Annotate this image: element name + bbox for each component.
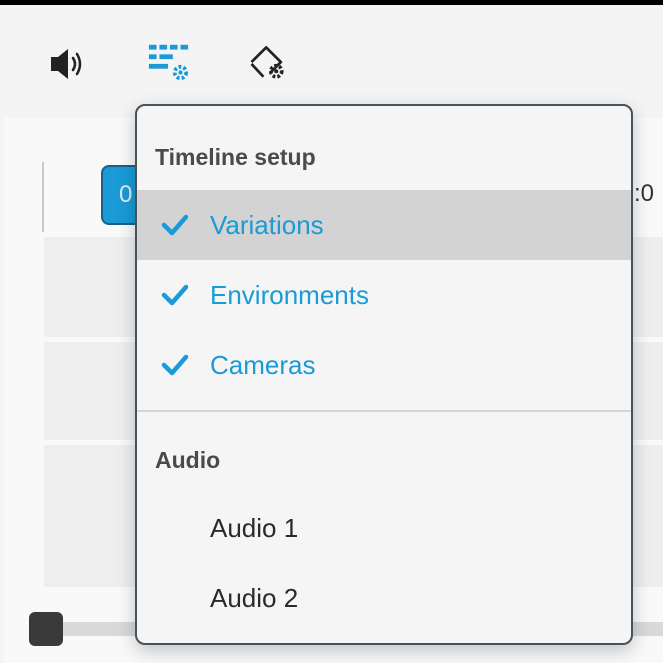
menu-item-audio-1[interactable]: Audio 1 xyxy=(137,493,631,563)
menu-divider xyxy=(137,410,631,412)
menu-item-audio-2[interactable]: Audio 2 xyxy=(137,563,631,633)
shape-settings-icon[interactable] xyxy=(246,41,290,85)
timeline-setup-header: Timeline setup xyxy=(155,144,316,170)
menu-item-label: Audio 1 xyxy=(210,513,299,543)
end-time-label: :0 xyxy=(634,180,655,207)
checkmark-icon xyxy=(161,354,189,376)
menu-item-label: Cameras xyxy=(210,350,316,380)
speaker-icon[interactable] xyxy=(47,42,91,86)
scrub-handle[interactable] xyxy=(29,612,63,646)
timeline-divider xyxy=(42,162,44,232)
menu-item-variations[interactable]: Variations xyxy=(137,190,631,260)
timeline-settings-icon[interactable] xyxy=(147,40,191,84)
timeline-setup-menu: Timeline setup Variations Environments C… xyxy=(135,104,633,645)
app-stage: 0 :0 Timeline setup Variations Environme… xyxy=(0,0,663,663)
menu-item-label: Variations xyxy=(210,210,324,240)
menu-item-label: Environments xyxy=(210,280,369,310)
top-bar xyxy=(0,0,663,5)
audio-header: Audio xyxy=(155,447,221,473)
checkmark-icon xyxy=(161,214,189,236)
menu-item-label: Audio 2 xyxy=(210,583,299,613)
menu-item-cameras[interactable]: Cameras xyxy=(137,330,631,400)
checkmark-icon xyxy=(161,284,189,306)
menu-item-environments[interactable]: Environments xyxy=(137,260,631,330)
